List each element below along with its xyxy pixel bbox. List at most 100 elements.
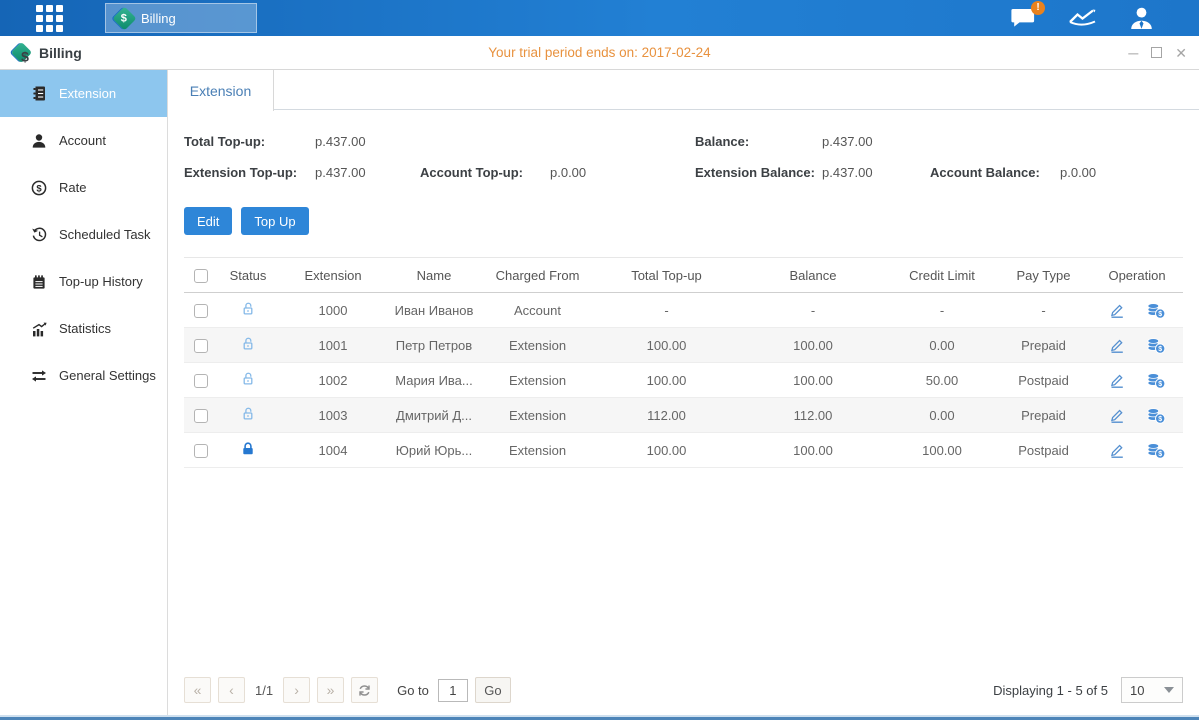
select-all-checkbox[interactable] xyxy=(194,269,208,283)
column-header-credit_limit: Credit Limit xyxy=(888,268,996,283)
table-body: 1000Иван ИвановAccount----$1001Петр Петр… xyxy=(184,293,1183,468)
sidebar-item-account[interactable]: Account xyxy=(0,117,167,164)
row-cell xyxy=(184,337,218,353)
row-checkbox[interactable] xyxy=(194,339,208,353)
pagination-bar: « ‹ 1/1 › » Go to Go Displaying 1 - 5 of… xyxy=(184,677,1183,715)
sidebar-item-statistics[interactable]: Statistics xyxy=(0,305,167,352)
taskbar-tab-billing[interactable]: $ Billing xyxy=(105,3,257,33)
monitor-chart-icon[interactable] xyxy=(1067,6,1098,30)
last-page-button[interactable]: » xyxy=(317,677,344,703)
edit-pencil-icon[interactable] xyxy=(1108,337,1126,354)
edit-pencil-icon[interactable] xyxy=(1108,407,1126,424)
column-header-name: Name xyxy=(388,268,480,283)
go-button[interactable]: Go xyxy=(475,677,511,703)
refresh-button[interactable] xyxy=(351,677,378,703)
edit-button[interactable]: Edit xyxy=(184,207,232,235)
cell-status xyxy=(218,336,278,355)
sidebar-item-rate[interactable]: $ Rate xyxy=(0,164,167,211)
page-size-value: 10 xyxy=(1130,683,1144,698)
svg-text:$: $ xyxy=(1158,416,1162,423)
topup-coins-icon[interactable]: $ xyxy=(1146,407,1166,424)
maximize-icon[interactable] xyxy=(1151,47,1162,58)
minimize-icon[interactable]: ─ xyxy=(1128,46,1138,60)
sidebar: Extension Account $ Rate Scheduled TaskTop-u… xyxy=(0,70,168,715)
column-header-total_topup: Total Top-up xyxy=(595,268,738,283)
cell-pay_type: Prepaid xyxy=(996,338,1091,353)
table-row: 1002Мария Ива...Extension100.00100.0050.… xyxy=(184,363,1183,398)
taskbar: $ Billing ! xyxy=(0,0,1199,36)
lock-open-icon[interactable] xyxy=(240,371,256,387)
displaying-text: Displaying 1 - 5 of 5 xyxy=(993,683,1108,698)
close-icon[interactable]: ✕ xyxy=(1175,46,1187,60)
next-page-button[interactable]: › xyxy=(283,677,310,703)
topup-coins-icon[interactable]: $ xyxy=(1146,372,1166,389)
chevron-down-icon xyxy=(1164,687,1174,693)
svg-text:$: $ xyxy=(1158,451,1162,458)
taskbar-tab-label: Billing xyxy=(141,11,176,26)
row-checkbox[interactable] xyxy=(194,374,208,388)
tab-extension[interactable]: Extension xyxy=(168,70,274,111)
sidebar-item-scheduled-task[interactable]: Scheduled Task xyxy=(0,211,167,258)
goto-page-input[interactable] xyxy=(438,679,468,702)
cell-total_topup: 100.00 xyxy=(595,338,738,353)
cell-credit_limit: 0.00 xyxy=(888,408,996,423)
cell-balance: 112.00 xyxy=(738,408,888,423)
cell-extension: 1002 xyxy=(278,373,388,388)
topup-coins-icon[interactable]: $ xyxy=(1146,442,1166,459)
lock-open-icon[interactable] xyxy=(240,406,256,422)
cell-pay_type: Postpaid xyxy=(996,373,1091,388)
row-cell xyxy=(184,302,218,318)
cell-name: Юрий Юрь... xyxy=(388,443,480,458)
edit-pencil-icon[interactable] xyxy=(1108,442,1126,459)
cell-name: Дмитрий Д... xyxy=(388,408,480,423)
cell-credit_limit: - xyxy=(888,303,996,318)
topup-coins-icon[interactable]: $ xyxy=(1146,337,1166,354)
column-header-pay_type: Pay Type xyxy=(996,268,1091,283)
cell-operation: $ xyxy=(1091,372,1183,389)
notification-badge: ! xyxy=(1031,1,1045,15)
sidebar-item-label: Rate xyxy=(59,180,86,195)
sidebar-item-extension[interactable]: Extension xyxy=(0,70,167,117)
goto-label: Go to xyxy=(397,683,429,698)
cell-total_topup: 100.00 xyxy=(595,373,738,388)
table-row: 1001Петр ПетровExtension100.00100.000.00… xyxy=(184,328,1183,363)
lock-open-icon[interactable] xyxy=(240,336,256,352)
cell-balance: 100.00 xyxy=(738,373,888,388)
lock-open-icon[interactable] xyxy=(240,301,256,317)
window-titlebar: $ Billing Your trial period ends on: 201… xyxy=(0,36,1199,70)
rate-icon: $ xyxy=(30,180,48,196)
cell-status xyxy=(218,406,278,425)
topup-coins-icon[interactable]: $ xyxy=(1146,302,1166,319)
prev-page-button[interactable]: ‹ xyxy=(218,677,245,703)
topup-button[interactable]: Top Up xyxy=(241,207,308,235)
column-header-status: Status xyxy=(218,268,278,283)
cell-pay_type: - xyxy=(996,303,1091,318)
app-grid-icon[interactable] xyxy=(36,5,63,32)
cell-operation: $ xyxy=(1091,442,1183,459)
first-page-button[interactable]: « xyxy=(184,677,211,703)
extension-topup-label: Extension Top-up: xyxy=(184,165,315,180)
column-header-balance: Balance xyxy=(738,268,888,283)
sidebar-item-top-up-history[interactable]: Top-up History xyxy=(0,258,167,305)
lock-closed-icon[interactable] xyxy=(240,441,256,457)
row-checkbox[interactable] xyxy=(194,444,208,458)
cell-balance: - xyxy=(738,303,888,318)
row-checkbox[interactable] xyxy=(194,304,208,318)
row-cell xyxy=(184,407,218,423)
edit-pencil-icon[interactable] xyxy=(1108,372,1126,389)
billing-diamond-icon: $ xyxy=(11,42,32,63)
cell-name: Иван Иванов xyxy=(388,303,480,318)
extension-balance-label: Extension Balance: xyxy=(695,165,822,180)
extension-topup-value: p.437.00 xyxy=(315,165,420,180)
cell-credit_limit: 100.00 xyxy=(888,443,996,458)
sidebar-item-general-settings[interactable]: General Settings xyxy=(0,352,167,399)
row-checkbox[interactable] xyxy=(194,409,208,423)
messages-icon[interactable]: ! xyxy=(1010,7,1037,29)
page-size-select[interactable]: 10 xyxy=(1121,677,1183,703)
sidebar-item-label: Statistics xyxy=(59,321,111,336)
column-header-operation: Operation xyxy=(1091,268,1183,283)
user-icon[interactable] xyxy=(1128,6,1155,30)
cell-credit_limit: 50.00 xyxy=(888,373,996,388)
edit-pencil-icon[interactable] xyxy=(1108,302,1126,319)
sidebar-item-label: Extension xyxy=(59,86,116,101)
